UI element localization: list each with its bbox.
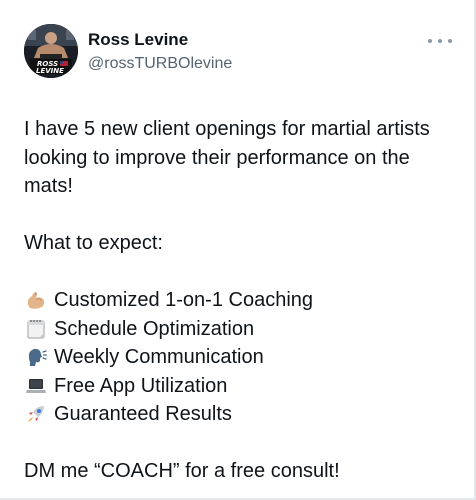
user-handle[interactable]: @rossTURBOlevine (88, 53, 232, 75)
user-block: Ross Levine @rossTURBOlevine (88, 29, 232, 75)
intro-text: I have 5 new client openings for martial… (24, 118, 430, 197)
item-text: Schedule Optimization (54, 317, 255, 340)
item-text: Customized 1-on-1 Coaching (54, 289, 314, 311)
call-to-action-text: DM me “COACH” for a free consult! (24, 460, 340, 482)
list-item: Schedule Optimization (24, 315, 454, 344)
tweet-text: I have 5 new client openings for martial… (24, 115, 454, 486)
list-item: Guaranteed Results (24, 400, 454, 429)
item-text: Weekly Communication (54, 346, 264, 368)
avatar-text-line2: LEVINE (36, 67, 64, 75)
speaking-head-icon (24, 346, 48, 368)
tweet-header: ROSS LEVINE Ross Levine @rossTURBOlevine (24, 24, 454, 78)
list-item: Free App Utilization (24, 372, 454, 401)
list-item: Customized 1-on-1 Coaching (24, 286, 454, 315)
item-text: Free App Utilization (54, 374, 228, 397)
rocket-icon (24, 403, 48, 425)
flexed-biceps-icon (24, 289, 48, 311)
expect-heading: What to expect: (24, 232, 163, 254)
laptop-icon (24, 375, 48, 397)
avatar[interactable]: ROSS LEVINE (24, 24, 78, 78)
calendar-icon (24, 318, 48, 340)
more-options-icon[interactable] (428, 34, 452, 48)
tweet-card: ROSS LEVINE Ross Levine @rossTURBOlevine… (0, 0, 476, 500)
avatar-image: ROSS LEVINE (24, 24, 78, 78)
item-text: Guaranteed Results (54, 403, 232, 425)
list-item: Weekly Communication (24, 343, 454, 372)
display-name[interactable]: Ross Levine (88, 29, 232, 51)
